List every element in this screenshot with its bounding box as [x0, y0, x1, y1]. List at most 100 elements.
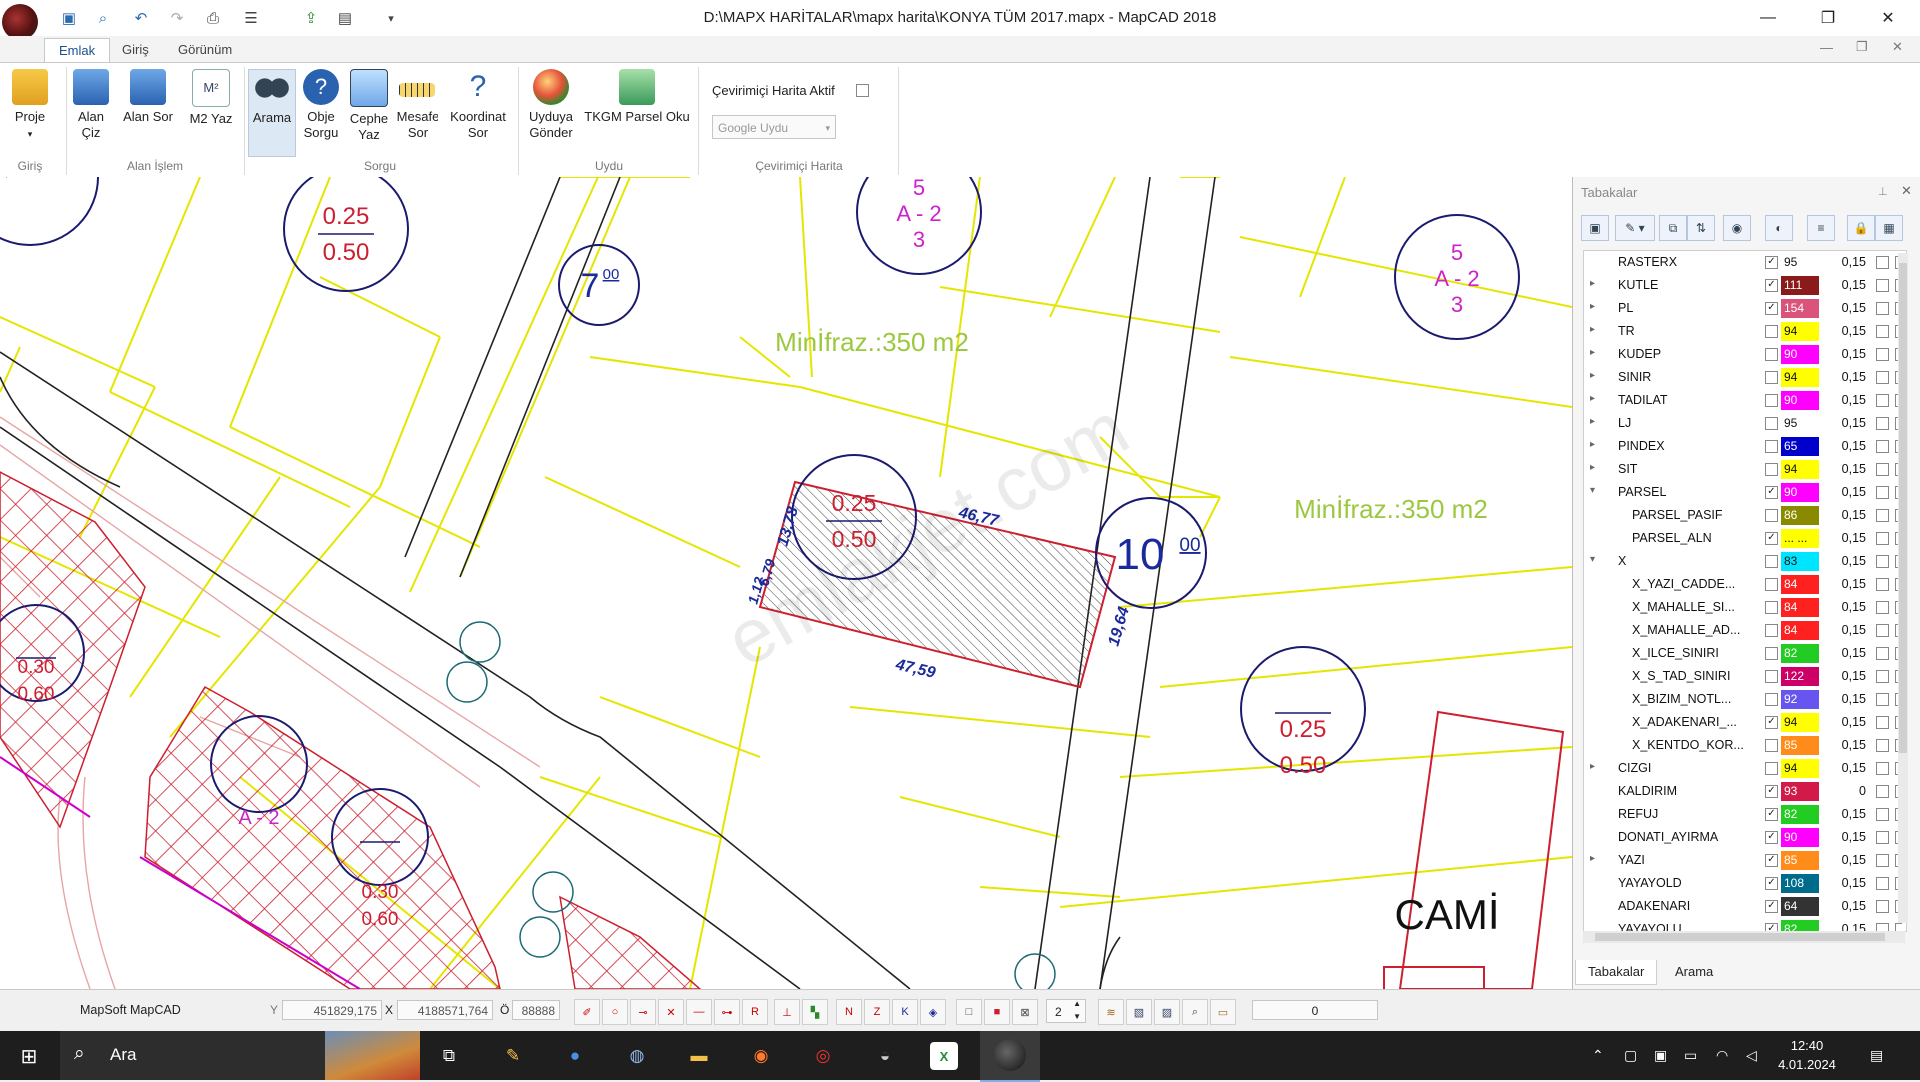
lock-icon[interactable]: 🔒 [1847, 215, 1875, 241]
layers-list[interactable]: RASTERX ✓ 95 0,15 ▸ KUTLE ✓ 111 0,15 ▸ PL ✓ 154 0,15 ▸… [1583, 250, 1907, 932]
layer-row[interactable]: X_ILCE_SINIRI 82 0,15 [1584, 642, 1906, 665]
layer-row[interactable]: YAYAYOLD ✓ 108 0,15 [1584, 872, 1906, 895]
layer-visible-checkbox[interactable] [1765, 440, 1778, 453]
layer-row[interactable]: ▸ PINDEX 65 0,15 [1584, 435, 1906, 458]
layers-scrollbar[interactable] [1898, 253, 1908, 923]
layer-visible-checkbox[interactable]: ✓ [1765, 716, 1778, 729]
close-icon[interactable]: ✕ [1860, 0, 1916, 36]
snap-line-icon[interactable]: — [686, 999, 712, 1025]
uyduya-gonder-button[interactable]: Uyduya Gönder [524, 69, 578, 141]
task-view-icon[interactable]: ⧉ [432, 1039, 466, 1073]
layer-color-swatch[interactable]: 85 [1781, 736, 1819, 755]
layer-visible-checkbox[interactable]: ✓ [1765, 854, 1778, 867]
firefox-icon[interactable]: ◉ [744, 1039, 778, 1073]
chrome-icon[interactable]: ◎ [806, 1039, 840, 1073]
layer-row[interactable]: ▾ X 83 0,15 [1584, 550, 1906, 573]
layer-visible-checkbox[interactable] [1765, 555, 1778, 568]
tab-gorunum[interactable]: Görünüm [164, 38, 246, 62]
layer-lock-checkbox[interactable] [1876, 762, 1889, 775]
layer-color-swatch[interactable]: 83 [1781, 552, 1819, 571]
snap-r-icon[interactable]: R [742, 999, 768, 1025]
layer-line-width[interactable]: 0,15 [1828, 324, 1866, 338]
layer-row[interactable]: RASTERX ✓ 95 0,15 [1584, 251, 1906, 274]
layer-visible-checkbox[interactable] [1765, 601, 1778, 614]
layer-lock-checkbox[interactable] [1876, 555, 1889, 568]
expand-toggle-icon[interactable]: ▾ [1590, 485, 1595, 496]
layer-visible-checkbox[interactable] [1765, 578, 1778, 591]
layer-line-width[interactable]: 0,15 [1828, 347, 1866, 361]
z-icon[interactable]: Z [864, 999, 890, 1025]
layer-lock-checkbox[interactable] [1876, 279, 1889, 292]
layer-row[interactable]: ADAKENARI ✓ 64 0,15 [1584, 895, 1906, 918]
perpendicular-icon[interactable]: ⊥ [774, 999, 800, 1025]
layer-line-width[interactable]: 0,15 [1828, 669, 1866, 683]
layer-color-swatch[interactable]: 94 [1781, 759, 1819, 778]
layer-row[interactable]: PARSEL_ALN ✓... ... 0,15 [1584, 527, 1906, 550]
layer-line-width[interactable]: 0,15 [1828, 577, 1866, 591]
copy-layer-icon[interactable]: ⧉ [1659, 215, 1687, 241]
mapcad-taskbar-button[interactable] [980, 1031, 1040, 1082]
layer-line-width[interactable]: 0,15 [1828, 393, 1866, 407]
layer-row[interactable]: X_KENTDO_KOR... 85 0,15 [1584, 734, 1906, 757]
layer-color-swatch[interactable]: 154 [1781, 299, 1819, 318]
frame-icon[interactable]: □ [956, 999, 982, 1025]
layer-line-width[interactable]: 0,15 [1828, 853, 1866, 867]
layer-color-swatch[interactable]: 90 [1781, 483, 1819, 502]
layer-squares-icon[interactable]: ▚ [802, 999, 828, 1025]
volume-icon[interactable]: ◁ [1746, 1047, 1757, 1064]
layer-row[interactable]: ▸ TR 94 0,15 [1584, 320, 1906, 343]
taskbar-search[interactable]: ⌕ Ara [60, 1031, 420, 1080]
restore-icon[interactable]: ❐ [1800, 0, 1856, 36]
layer-visible-checkbox[interactable]: ✓ [1765, 256, 1778, 269]
layer-color-swatch[interactable]: 90 [1781, 828, 1819, 847]
layer-row[interactable]: PARSEL_PASIF 86 0,15 [1584, 504, 1906, 527]
online-map-checkbox[interactable] [856, 84, 869, 97]
fill-icon[interactable]: ■ [984, 999, 1010, 1025]
scrollbar-thumb[interactable] [1595, 933, 1885, 941]
obje-sorgu-button[interactable]: ? Obje Sorgu [300, 69, 342, 141]
layer-line-width[interactable]: 0,15 [1828, 554, 1866, 568]
layer-line-width[interactable]: 0,15 [1828, 807, 1866, 821]
layer-line-width[interactable]: 0,15 [1828, 899, 1866, 913]
layer-row[interactable]: X_ADAKENARI_... ✓ 94 0,15 [1584, 711, 1906, 734]
layer-visible-checkbox[interactable]: ✓ [1765, 808, 1778, 821]
layer-line-width[interactable]: 0,15 [1828, 761, 1866, 775]
snap-end-icon[interactable]: ⊶ [714, 999, 740, 1025]
layer-lock-checkbox[interactable] [1876, 624, 1889, 637]
sort-icon[interactable]: ⇅ [1687, 215, 1715, 241]
layer-row[interactable]: X_YAZI_CADDE... 84 0,15 [1584, 573, 1906, 596]
ribbon-minimize-icon[interactable]: — [1820, 40, 1833, 55]
snap-intersection-icon[interactable]: ✕ [658, 999, 684, 1025]
layer-visible-checkbox[interactable] [1765, 325, 1778, 338]
layer-lock-checkbox[interactable] [1876, 302, 1889, 315]
pin-icon[interactable]: ⊥ [1878, 185, 1888, 198]
layer-row[interactable]: ▾ PARSEL ✓ 90 0,15 [1584, 481, 1906, 504]
layer-color-swatch[interactable]: 84 [1781, 598, 1819, 617]
tab-emlak[interactable]: Emlak [44, 38, 111, 63]
koordinat-sor-button[interactable]: ? Koordinat Sor [446, 69, 510, 141]
expand-toggle-icon[interactable]: ▸ [1590, 416, 1595, 427]
layer-visible-checkbox[interactable]: ✓ [1765, 532, 1778, 545]
app-globe-icon[interactable]: ◒ [868, 1039, 902, 1073]
layer-visible-checkbox[interactable] [1765, 647, 1778, 660]
tab-arama[interactable]: Arama [1663, 960, 1725, 984]
layer-visible-checkbox[interactable] [1765, 463, 1778, 476]
layer-visible-checkbox[interactable] [1765, 693, 1778, 706]
layer-visible-checkbox[interactable]: ✓ [1765, 785, 1778, 798]
layer-row[interactable]: ▸ YAZI ✓ 85 0,15 [1584, 849, 1906, 872]
layer-visible-checkbox[interactable]: ✓ [1765, 279, 1778, 292]
alan-sor-button[interactable]: Alan Sor [118, 69, 178, 125]
edit-layer-icon[interactable]: ✎ ▾ [1615, 215, 1655, 241]
layer-visible-checkbox[interactable]: ✓ [1765, 486, 1778, 499]
tray-chevron-icon[interactable]: ⌃ [1592, 1047, 1604, 1064]
expand-toggle-icon[interactable]: ▸ [1590, 370, 1595, 381]
layer-lock-checkbox[interactable] [1876, 854, 1889, 867]
layer-color-swatch[interactable]: 108 [1781, 874, 1819, 893]
layer-line-width[interactable]: 0,15 [1828, 255, 1866, 269]
layer-color-swatch[interactable]: 94 [1781, 713, 1819, 732]
file-explorer-icon[interactable]: ▬ [682, 1039, 716, 1073]
ribbon-restore-icon[interactable]: ❐ [1856, 39, 1868, 55]
layer-visible-checkbox[interactable] [1765, 417, 1778, 430]
layer-lock-checkbox[interactable] [1876, 256, 1889, 269]
layers-stack-icon[interactable]: ≋ [1098, 999, 1124, 1025]
